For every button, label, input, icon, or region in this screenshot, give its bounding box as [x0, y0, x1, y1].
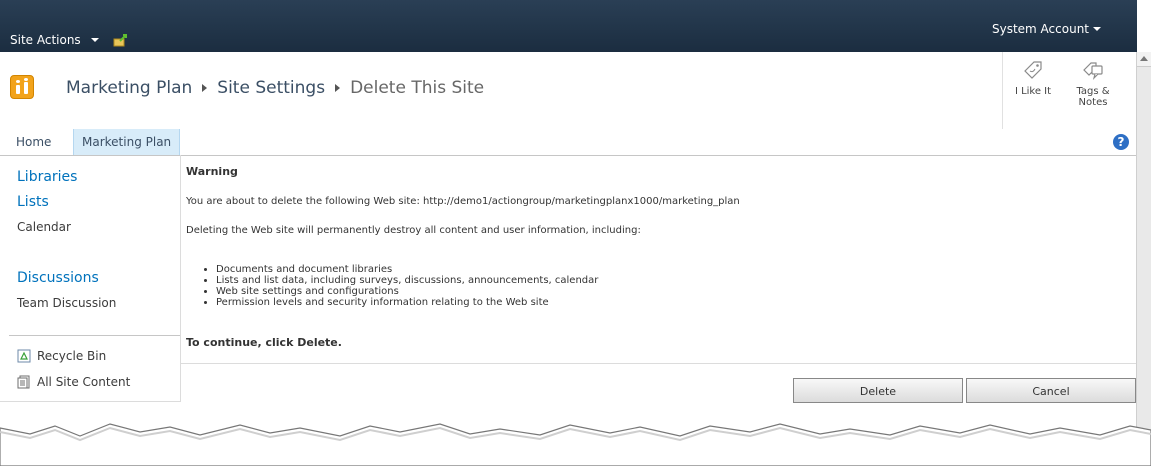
list-item: Web site settings and configurations	[216, 286, 598, 297]
breadcrumb-settings[interactable]: Site Settings	[217, 78, 325, 98]
vertical-scrollbar[interactable]	[1136, 52, 1151, 466]
chevron-down-icon	[1093, 27, 1101, 31]
title-area: Marketing Plan Site Settings Delete This…	[0, 52, 1137, 130]
user-name: System Account	[991, 22, 1089, 36]
i-like-it-label: I Like It	[1014, 86, 1052, 97]
sidebar-item-calendar[interactable]: Calendar	[17, 220, 71, 234]
sidebar-divider	[9, 335, 180, 336]
help-icon[interactable]: ?	[1113, 134, 1129, 150]
list-item: Lists and list data, including surveys, …	[216, 275, 598, 286]
site-actions-label: Site Actions	[10, 33, 81, 47]
all-site-content-label: All Site Content	[37, 375, 131, 389]
quick-launch: Libraries Lists Calendar Discussions Tea…	[0, 155, 181, 402]
list-item: Documents and document libraries	[216, 264, 598, 275]
delete-target-text: You are about to delete the following We…	[186, 196, 740, 207]
tab-marketing-plan[interactable]: Marketing Plan	[73, 129, 181, 155]
tab-home[interactable]: Home	[8, 129, 59, 155]
navigate-up-icon[interactable]	[113, 33, 129, 47]
content-divider	[180, 363, 1137, 364]
list-item: Permission levels and security informati…	[216, 297, 598, 308]
tags-label-line2: Notes	[1078, 97, 1108, 108]
breadcrumb-current: Delete This Site	[350, 78, 485, 98]
breadcrumb-arrow-icon	[202, 84, 208, 92]
recycle-bin-icon	[17, 349, 31, 363]
deletion-list: Documents and document libraries Lists a…	[186, 264, 598, 308]
ribbon-top-bar: Site Actions System Account	[0, 0, 1137, 52]
breadcrumb: Marketing Plan Site Settings Delete This…	[66, 78, 484, 98]
chevron-down-icon	[90, 38, 99, 42]
recycle-bin-label: Recycle Bin	[37, 349, 107, 363]
sidebar-item-team-discussion[interactable]: Team Discussion	[17, 296, 116, 310]
breadcrumb-arrow-icon	[335, 84, 341, 92]
cancel-button[interactable]: Cancel	[966, 378, 1136, 403]
breadcrumb-site[interactable]: Marketing Plan	[66, 78, 192, 98]
tags-notes-icon	[1083, 62, 1103, 80]
user-menu[interactable]: System Account	[992, 22, 1101, 36]
site-content-icon	[17, 375, 30, 389]
scroll-up-icon[interactable]	[1137, 52, 1151, 67]
site-logo-icon[interactable]	[10, 75, 34, 99]
tags-label-line1: Tags &	[1076, 86, 1110, 97]
warning-title: Warning	[186, 165, 238, 178]
continue-instruction: To continue, click Delete.	[186, 336, 342, 349]
recycle-bin-link[interactable]: Recycle Bin	[17, 349, 106, 363]
sidebar-item-libraries[interactable]: Libraries	[17, 169, 77, 185]
delete-button[interactable]: Delete	[793, 378, 963, 403]
all-site-content-link[interactable]: All Site Content	[17, 375, 130, 389]
sidebar-item-lists[interactable]: Lists	[17, 194, 49, 210]
sidebar-item-discussions[interactable]: Discussions	[17, 270, 99, 286]
delete-consequence-text: Deleting the Web site will permanently d…	[186, 225, 641, 236]
torn-edge-decoration	[0, 423, 1151, 466]
tags-notes-button[interactable]: Tags & Notes	[1063, 52, 1123, 129]
top-navigation: Home Marketing Plan ?	[0, 129, 1137, 156]
social-buttons: I Like It Tags & Notes	[1002, 52, 1137, 129]
i-like-it-button[interactable]: I Like It	[1003, 52, 1063, 129]
site-actions-menu[interactable]: Site Actions	[10, 33, 129, 47]
like-tag-icon	[1024, 61, 1042, 79]
